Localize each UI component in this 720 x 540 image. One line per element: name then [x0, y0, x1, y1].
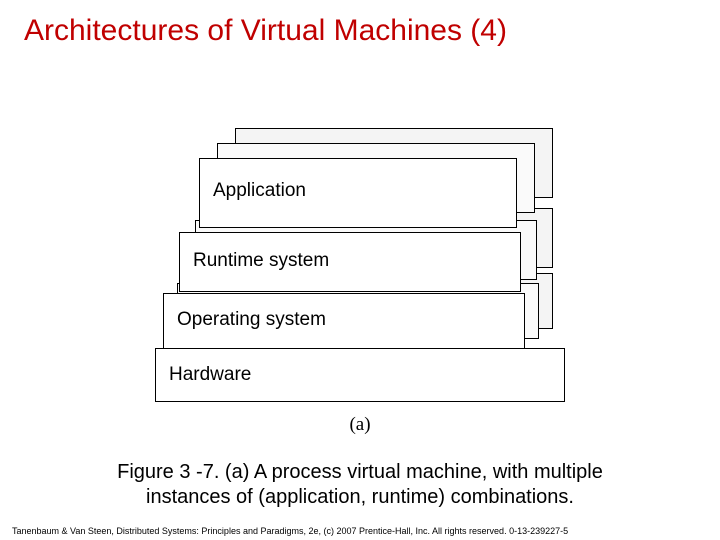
os-label: Operating system [177, 309, 326, 331]
figure-caption: Figure 3 -7. (a) A process virtual machi… [0, 460, 720, 510]
caption-line-1: Figure 3 -7. (a) A process virtual machi… [117, 461, 603, 483]
page-title: Architectures of Virtual Machines (4) [0, 0, 720, 48]
app-label: Application [213, 180, 306, 202]
hardware-label: Hardware [169, 364, 251, 386]
copyright-text: Tanenbaum & Van Steen, Distributed Syste… [0, 526, 720, 536]
caption-line-2: instances of (application, runtime) comb… [146, 486, 574, 508]
runtime-label: Runtime system [193, 250, 329, 272]
vm-diagram: Hardware Operating system Runtime system… [155, 88, 565, 408]
diagram-sublabel: (a) [0, 414, 720, 436]
